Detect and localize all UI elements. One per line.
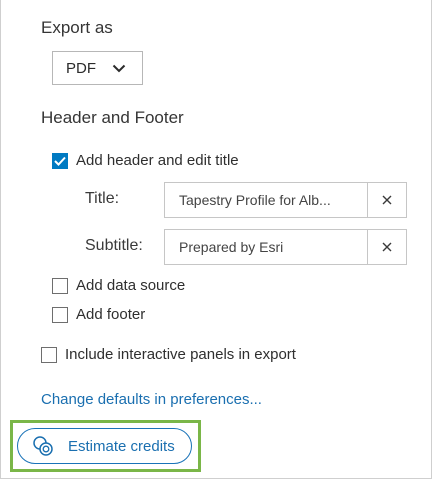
close-icon: [382, 242, 392, 252]
subtitle-clear-button[interactable]: [367, 230, 406, 264]
credits-icon: [32, 435, 54, 457]
subtitle-field[interactable]: Prepared by Esri: [164, 229, 407, 265]
include-panels-option[interactable]: Include interactive panels in export: [41, 346, 296, 363]
add-header-label: Add header and edit title: [76, 152, 239, 169]
title-input[interactable]: Tapestry Profile for Alb...: [165, 183, 367, 217]
add-data-source-option[interactable]: Add data source: [52, 277, 185, 294]
add-header-option[interactable]: Add header and edit title: [52, 152, 239, 169]
format-selected-value: PDF: [66, 59, 96, 77]
include-panels-checkbox[interactable]: [41, 346, 57, 363]
subtitle-value: Prepared by Esri: [179, 239, 284, 255]
subtitle-label: Subtitle:: [85, 237, 143, 254]
add-footer-option[interactable]: Add footer: [52, 306, 145, 323]
title-label: Title:: [85, 190, 120, 207]
add-footer-label: Add footer: [76, 306, 146, 323]
subtitle-input[interactable]: Prepared by Esri: [165, 230, 367, 264]
format-dropdown[interactable]: PDF: [52, 51, 143, 85]
estimate-credits-label: Estimate credits: [68, 437, 175, 455]
add-header-checkbox[interactable]: [52, 152, 68, 169]
header-footer-heading: Header and Footer: [41, 108, 184, 127]
title-clear-button[interactable]: [367, 183, 406, 217]
estimate-credits-button[interactable]: Estimate credits: [17, 428, 192, 464]
include-panels-label: Include interactive panels in export: [65, 346, 296, 363]
close-icon: [382, 195, 392, 205]
export-as-heading: Export as: [41, 18, 113, 37]
export-panel: Export as PDF Header and Footer Add head…: [0, 0, 432, 479]
add-data-source-checkbox[interactable]: [52, 277, 68, 294]
title-value: Tapestry Profile for Alb...: [179, 192, 331, 208]
change-defaults-link[interactable]: Change defaults in preferences...: [41, 391, 262, 408]
checkmark-icon: [54, 156, 66, 166]
add-footer-checkbox[interactable]: [52, 306, 68, 323]
chevron-down-icon: [112, 63, 126, 73]
add-data-source-label: Add data source: [76, 277, 186, 294]
title-field[interactable]: Tapestry Profile for Alb...: [164, 182, 407, 218]
